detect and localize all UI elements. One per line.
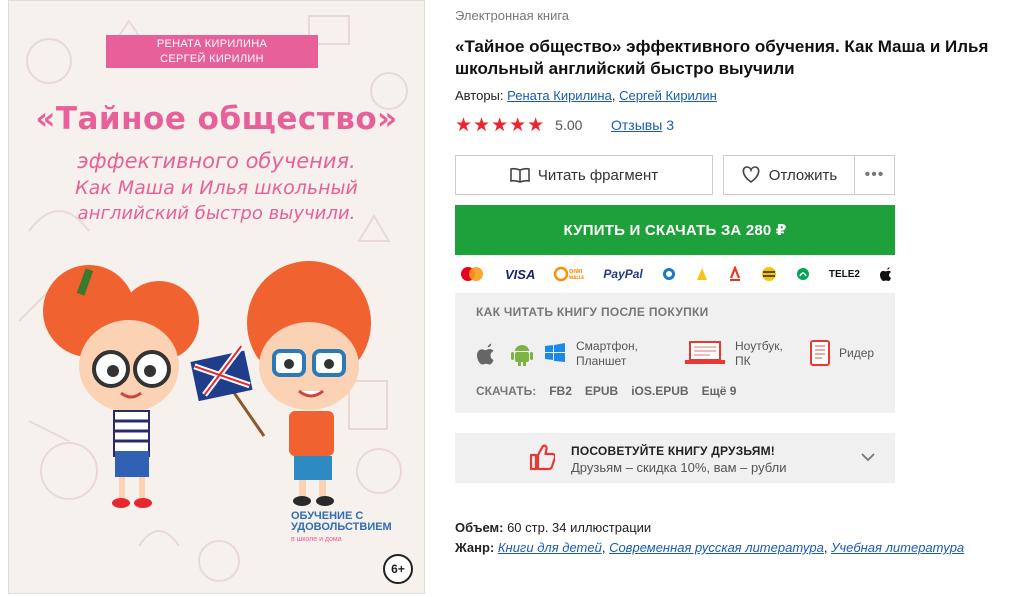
visa-icon: VISA [505, 266, 536, 282]
reviews-link[interactable]: Отзывы [611, 117, 662, 133]
rating-block: ★★★★★ 5.00 [455, 114, 583, 137]
device-1-line-1: Смартфон, [576, 339, 639, 353]
paypal-icon: PayPal [603, 267, 643, 281]
reviews-link-block[interactable]: Отзывы 3 [611, 117, 674, 133]
boy-figure [247, 261, 371, 506]
device-2-line-2: ПК [735, 354, 751, 368]
postpone-button[interactable]: Отложить [723, 155, 855, 195]
device-smartphone-tablet: Смартфон, Планшет [576, 339, 638, 369]
cover-author-1: РЕНАТА КИРИЛИНА [156, 38, 268, 50]
read-fragment-label: Читать фрагмент [537, 166, 659, 184]
publisher-line-2: УДОВОЛЬСТВИЕМ [291, 521, 392, 533]
svg-text:WALLET: WALLET [569, 275, 584, 280]
windows-icon [545, 343, 565, 368]
author-link-1[interactable]: Рената Кирилина [507, 88, 612, 103]
genre-link-1[interactable]: Книги для детей [498, 540, 602, 555]
recommend-friends-panel[interactable]: ПОСОВЕТУЙТЕ КНИГУ ДРУЗЬЯМ! Друзьям – ски… [455, 433, 895, 483]
format-more-link[interactable]: Ещё 9 [702, 384, 737, 398]
publisher-line-3: в школе и дома [291, 536, 342, 543]
format-fb2-link[interactable]: FB2 [549, 384, 572, 398]
mastercard-icon [458, 266, 486, 282]
how-to-read-heading: КАК ЧИТАТЬ КНИГУ ПОСЛЕ ПОКУПКИ [476, 305, 709, 319]
rating-value: 5.00 [555, 117, 583, 133]
flag-figure [190, 344, 266, 437]
genre-link-2[interactable]: Современная русская литература [609, 540, 824, 555]
thumbs-up-icon [529, 443, 557, 476]
cover-title-line-1: «Тайное общество» [35, 101, 398, 137]
read-fragment-button[interactable]: Читать фрагмент [455, 155, 713, 195]
device-2-line-1: Ноутбук, [735, 339, 783, 353]
device-reader: Ридер [839, 346, 874, 361]
cover-title-line-4: английский быстро выучили. [77, 203, 356, 224]
device-1-line-2: Планшет [576, 354, 627, 368]
cover-author-2: СЕРГЕЙ КИРИЛИН [160, 53, 264, 65]
how-to-read-panel: КАК ЧИТАТЬ КНИГУ ПОСЛЕ ПОКУПКИ Смартфон,… [455, 293, 895, 413]
cover-title-line-3: Как Маша и Илья школьный [75, 177, 358, 199]
girl-figure [43, 265, 199, 508]
recommend-subtext: Друзьям – скидка 10%, вам – рубли [571, 460, 787, 475]
heart-icon [741, 166, 761, 184]
webmoney-icon [662, 267, 676, 281]
reviews-count[interactable]: 3 [666, 117, 674, 133]
apple-icon [475, 342, 497, 371]
more-options-button[interactable]: ••• [854, 155, 895, 195]
tele2-icon: TELE2 [828, 268, 860, 280]
author-link-2[interactable]: Сергей Кирилин [619, 88, 717, 103]
format-ios-epub-link[interactable]: iOS.EPUB [631, 384, 688, 398]
apple-pay-icon [879, 266, 893, 282]
rating-stars[interactable]: ★★★★★ [455, 114, 545, 137]
chevron-down-icon[interactable] [860, 449, 876, 465]
download-formats: СКАЧАТЬ: FB2 EPUB iOS.EPUB Ещё 9 [476, 384, 736, 398]
book-cover[interactable]: РЕНАТА КИРИЛИНА СЕРГЕЙ КИРИЛИН «Тайное о… [8, 0, 425, 594]
device-3-line-1: Ридер [839, 346, 875, 360]
genre-label: Жанр: [455, 540, 495, 555]
authors-separator: , [611, 88, 616, 103]
beeline-icon [761, 266, 777, 282]
volume-value: 60 стр. 34 иллюстрации [507, 520, 652, 535]
authors-label: Авторы: [455, 88, 504, 103]
product-page: РЕНАТА КИРИЛИНА СЕРГЕЙ КИРИЛИН «Тайное о… [0, 0, 1030, 597]
book-title: «Тайное общество» эффективного обучения.… [455, 37, 989, 78]
laptop-icon [685, 340, 725, 371]
genre-link-3[interactable]: Учебная литература [831, 540, 964, 555]
android-icon [511, 342, 533, 371]
yandex-money-icon [695, 266, 709, 282]
cover-title-line-2: эффективного обучения. [77, 149, 356, 173]
authors-line: Авторы: Рената Кирилина, Сергей Кирилин [455, 88, 717, 103]
age-rating-badge: 6+ [383, 554, 413, 584]
publisher-logo: ОБУЧЕНИЕ С УДОВОЛЬСТВИЕМ в школе и дома [291, 511, 392, 551]
volume-label: Объем: [455, 520, 504, 535]
cover-illustration [43, 261, 371, 508]
ereader-icon [810, 340, 830, 371]
download-label: СКАЧАТЬ: [476, 384, 537, 398]
volume-line: Объем: 60 стр. 34 иллюстрации [455, 520, 651, 535]
recommend-heading: ПОСОВЕТУЙТЕ КНИГУ ДРУЗЬЯМ! [571, 444, 775, 458]
alfa-bank-icon [728, 266, 742, 282]
megafon-icon [796, 267, 810, 281]
device-laptop-pc: Ноутбук, ПК [735, 339, 783, 369]
postpone-label: Отложить [768, 166, 838, 184]
book-open-icon [510, 167, 530, 183]
cover-authors-plate: РЕНАТА КИРИЛИНА СЕРГЕЙ КИРИЛИН [106, 35, 318, 68]
format-epub-link[interactable]: EPUB [585, 384, 618, 398]
qiwi-icon: QIWIWALLET [554, 266, 584, 282]
product-type-label: Электронная книга [455, 8, 570, 23]
payment-methods: VISA QIWIWALLET PayPal TELE2 [458, 262, 893, 286]
buy-download-button[interactable]: КУПИТЬ И СКАЧАТЬ ЗА 280 ₽ [455, 205, 895, 255]
genre-line: Жанр: Книги для детей, Современная русск… [455, 540, 965, 555]
